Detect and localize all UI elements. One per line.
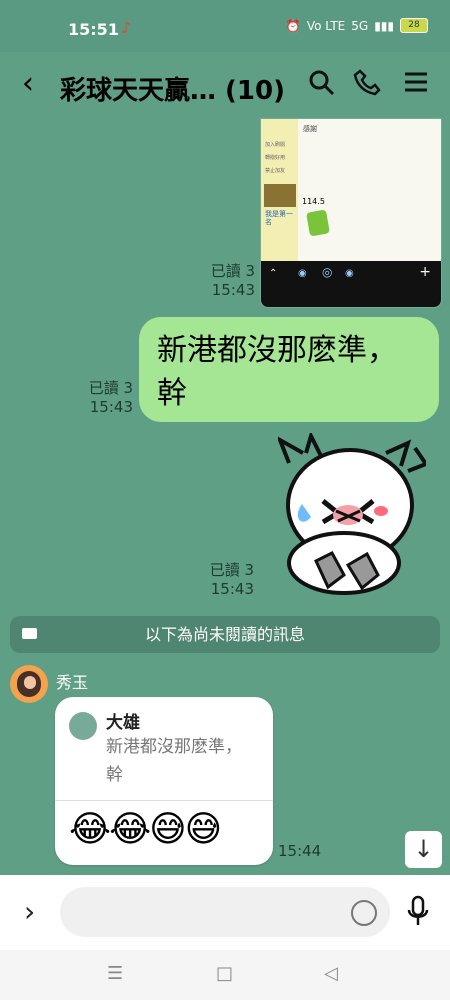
status-bar: 15:51 ♪ ⏰ Vo LTE 5G ▮▮▮ 28 [0, 0, 450, 52]
message-input[interactable] [60, 887, 390, 937]
angry-sticker[interactable] [278, 433, 426, 603]
quoted-message: 新港都沒那麽準，幹 [106, 737, 242, 785]
read-receipt: 已讀 3 [209, 561, 254, 579]
smile-icon[interactable] [351, 900, 377, 926]
signal-icon: ▮▮▮ [374, 18, 394, 33]
status-time: 15:51 [68, 20, 119, 39]
search-icon[interactable] [307, 68, 335, 96]
volte-label: Vo LTE [306, 18, 346, 33]
unread-tag-icon [22, 628, 37, 639]
home-icon[interactable]: □ [216, 963, 233, 984]
green-sticker-icon [306, 209, 330, 237]
sent-message-bubble[interactable]: 新港都沒那麽準，幹 [139, 317, 439, 422]
avatar[interactable] [10, 665, 48, 703]
screenshot-item: 加入刷閱 [265, 142, 286, 148]
phone-icon[interactable] [353, 68, 381, 96]
screenshot-toolbar: ⌃ ◉ ◎ ◉ + [261, 261, 441, 307]
screenshot-value: 114.5 [302, 197, 325, 206]
screenshot-caption: 感謝 [303, 125, 317, 133]
back-icon[interactable]: ‹ [22, 66, 34, 101]
read-receipt: 已讀 3 [210, 262, 255, 280]
battery-icon: 28 [400, 18, 428, 33]
alarm-icon: ⏰ [285, 18, 301, 33]
quoted-sender: 大雄 [106, 713, 140, 733]
chat-header: ‹ 彩球天天贏… (10) [0, 52, 450, 120]
message-meta: 已讀 3 15:43 [198, 262, 255, 300]
reply-divider [55, 800, 273, 801]
reply-message-bubble[interactable]: 大雄 新港都沒那麽準，幹 😂😂😅😅 [55, 697, 273, 865]
unread-divider: 以下為尚未閱讀的訊息 [10, 616, 440, 653]
sender-name: 秀玉 [56, 673, 89, 692]
message-composer: › [0, 875, 450, 950]
screenshot-item: 轉撥好用 [265, 155, 286, 161]
status-icons: ⏰ Vo LTE 5G ▮▮▮ 28 [286, 18, 428, 33]
chat-title: 彩球天天贏… (10) [60, 76, 285, 106]
message-time: 15:44 [278, 842, 322, 860]
message-meta: 已讀 3 15:43 [198, 561, 254, 599]
quoted-avatar [69, 712, 97, 740]
message-time: 15:43 [89, 398, 133, 416]
message-time: 15:43 [210, 580, 254, 598]
back-nav-icon[interactable]: ◁ [324, 963, 338, 984]
chevron-right-icon[interactable]: › [24, 895, 35, 928]
screenshot-item: 禁止加友 [265, 168, 286, 174]
emoji-message: 😂😂😅😅 [69, 809, 222, 850]
avatar-image [264, 184, 296, 207]
read-receipt: 已讀 3 [88, 379, 133, 397]
message-time: 15:43 [211, 281, 255, 299]
recent-apps-icon[interactable]: ☰ [107, 963, 123, 984]
screenshot-name: 我是第一名 [265, 210, 293, 226]
shared-screenshot[interactable]: 感謝 加入刷閱 轉撥好用 禁止加友 我是第一名 114.5 ⌃ ◉ ◎ ◉ + [260, 118, 442, 308]
network-label: 5G [351, 18, 369, 33]
music-note-icon: ♪ [121, 18, 132, 37]
menu-icon[interactable] [402, 68, 430, 96]
microphone-icon[interactable] [406, 895, 430, 927]
message-meta: 已讀 3 15:43 [79, 379, 133, 417]
system-navigation: ☰ □ ◁ [0, 950, 450, 1000]
scroll-down-button[interactable]: ↓ [405, 831, 442, 868]
